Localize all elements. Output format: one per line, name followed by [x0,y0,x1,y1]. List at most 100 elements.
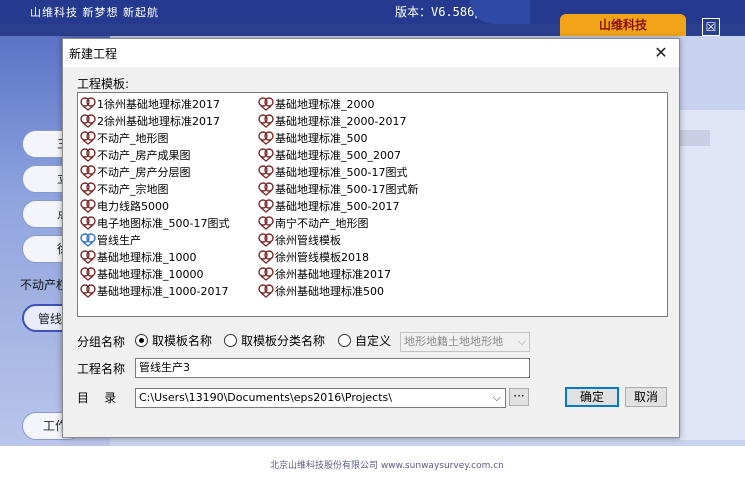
group-select: 地形地籍土地地形地 ⌵ [400,332,530,352]
template-item[interactable]: 不动产_房产分层图 [80,163,229,180]
project-name-label: 工程名称 [77,362,126,376]
template-item[interactable]: 徐州基础地理标准2017 [258,265,418,282]
template-item[interactable]: 基础地理标准_1000-2017 [80,282,229,299]
template-item[interactable]: 徐州管线模板2018 [258,248,418,265]
template-item[interactable]: 基础地理标准_10000 [80,265,229,282]
radio-checked-icon [135,334,148,347]
template-item[interactable]: 不动产_房产成果图 [80,146,229,163]
app-right-panel [680,110,745,440]
template-icon [258,130,274,145]
template-icon [258,198,274,213]
radio-template-name-label: 取模板名称 [152,334,213,348]
template-icon [258,283,274,298]
template-item[interactable]: 电力线路5000 [80,197,229,214]
template-icon [258,181,274,196]
template-item[interactable]: 基础地理标准_500-2017 [258,197,418,214]
template-item-label: 不动产_房产成果图 [97,148,191,162]
template-item-label: 徐州基础地理标准2017 [275,267,391,281]
template-item[interactable]: 南宁不动产_地形图 [258,214,418,231]
template-item[interactable]: 基础地理标准_500-17图式 [258,163,418,180]
template-label: 工程模板: [77,77,130,91]
footer-text: 北京山维科技股份有限公司 www.sunwaysurvey.com.cn [270,461,504,471]
template-item-label: 基础地理标准_500 [275,131,368,145]
directory-combo[interactable]: C:\Users\13190\Documents\eps2016\Project… [135,388,506,408]
template-column-left: 1徐州基础地理标准2017 2徐州基础地理标准2017 不动产_地形图不动产_房产成… [80,95,229,299]
template-item[interactable]: 管线生产 [80,231,229,248]
template-icon [80,130,96,145]
template-item[interactable]: 电子地图标准_500-17图式 [80,214,229,231]
radio-unchecked-icon [338,334,351,347]
template-item-label: 徐州管线模板2018 [275,250,369,264]
template-icon [258,249,274,264]
template-icon [80,113,96,128]
template-icon [258,96,274,111]
group-name-label: 分组名称 [77,335,126,349]
template-icon [80,96,96,111]
template-item[interactable]: 徐州基础地理标准500 [258,282,418,299]
template-item[interactable]: 1徐州基础地理标准2017 [80,95,229,112]
template-icon [80,198,96,213]
template-item-label: 2徐州基础地理标准2017 [97,114,220,128]
template-icon [80,147,96,162]
radio-template-name[interactable]: 取模板名称 [135,332,212,349]
template-icon [80,249,96,264]
template-item-label: 基础地理标准_500-2017 [275,199,400,213]
template-icon [80,181,96,196]
template-item[interactable]: 不动产_宗地图 [80,180,229,197]
radio-custom[interactable]: 自定义 [338,332,391,349]
template-item[interactable]: 徐州管线模板 [258,231,418,248]
template-item-label: 南宁不动产_地形图 [275,216,369,230]
side-label-real-estate: 不动产权 [20,278,69,292]
chevron-down-icon[interactable]: ⌵ [493,389,501,407]
template-item-label: 不动产_房产分层图 [97,165,191,179]
template-item[interactable]: 基础地理标准_500 [258,129,418,146]
directory-label: 目 录 [77,391,117,405]
app-close-icon[interactable]: ☒ [702,18,720,36]
template-icon [80,266,96,281]
group-select-value: 地形地籍土地地形地 [404,335,503,348]
browse-button[interactable]: ··· [509,388,529,406]
template-icon [80,232,96,247]
template-icon [258,215,274,230]
directory-value: C:\Users\13190\Documents\eps2016\Project… [139,391,392,404]
template-item[interactable]: 基础地理标准_1000 [80,248,229,265]
template-item-label: 徐州基础地理标准500 [275,284,384,298]
template-list[interactable]: 1徐州基础地理标准2017 2徐州基础地理标准2017 不动产_地形图不动产_房产成… [77,92,668,317]
template-item-label: 不动产_宗地图 [97,182,169,196]
template-item-label: 电力线路5000 [97,199,169,213]
template-icon [80,164,96,179]
dialog-title-bar: 新建工程 ✕ [63,39,679,67]
radio-template-category[interactable]: 取模板分类名称 [224,332,325,349]
template-item-label: 基础地理标准_500-17图式新 [275,182,419,196]
dialog-title: 新建工程 [69,47,118,61]
template-item[interactable]: 基础地理标准_2000-2017 [258,112,418,129]
brand-tab: 山维科技 [560,14,686,36]
template-icon [258,147,274,162]
template-item-label: 徐州管线模板 [275,233,341,247]
template-item-label: 基础地理标准_10000 [97,267,204,281]
template-icon [258,266,274,281]
ok-button[interactable]: 确定 [565,387,619,407]
radio-custom-label: 自定义 [355,334,392,348]
template-item[interactable]: 基础地理标准_2000 [258,95,418,112]
template-item-label: 基础地理标准_500_2007 [275,148,401,162]
template-item[interactable]: 基础地理标准_500-17图式新 [258,180,418,197]
radio-unchecked-icon [224,334,237,347]
template-item-label: 基础地理标准_1000-2017 [97,284,229,298]
template-icon [80,215,96,230]
template-icon [258,232,274,247]
app-slogan: 山维科技 新梦想 新起航 [30,6,159,19]
cancel-button[interactable]: 取消 [625,387,667,407]
close-icon[interactable]: ✕ [649,42,673,64]
template-item-label: 不动产_地形图 [97,131,169,145]
project-name-input[interactable]: 管线生产3 [135,358,530,378]
template-item-label: 管线生产 [97,233,141,247]
template-item[interactable]: 基础地理标准_500_2007 [258,146,418,163]
template-item-label: 1徐州基础地理标准2017 [97,97,220,111]
template-item-label: 基础地理标准_2000-2017 [275,114,407,128]
new-project-dialog: 新建工程 ✕ 工程模板: 1徐州基础地理标准2017 2徐州基础地理标准2017 不… [62,38,680,438]
radio-template-category-label: 取模板分类名称 [241,334,326,348]
template-item[interactable]: 不动产_地形图 [80,129,229,146]
right-panel-bar [680,130,710,146]
template-item[interactable]: 2徐州基础地理标准2017 [80,112,229,129]
